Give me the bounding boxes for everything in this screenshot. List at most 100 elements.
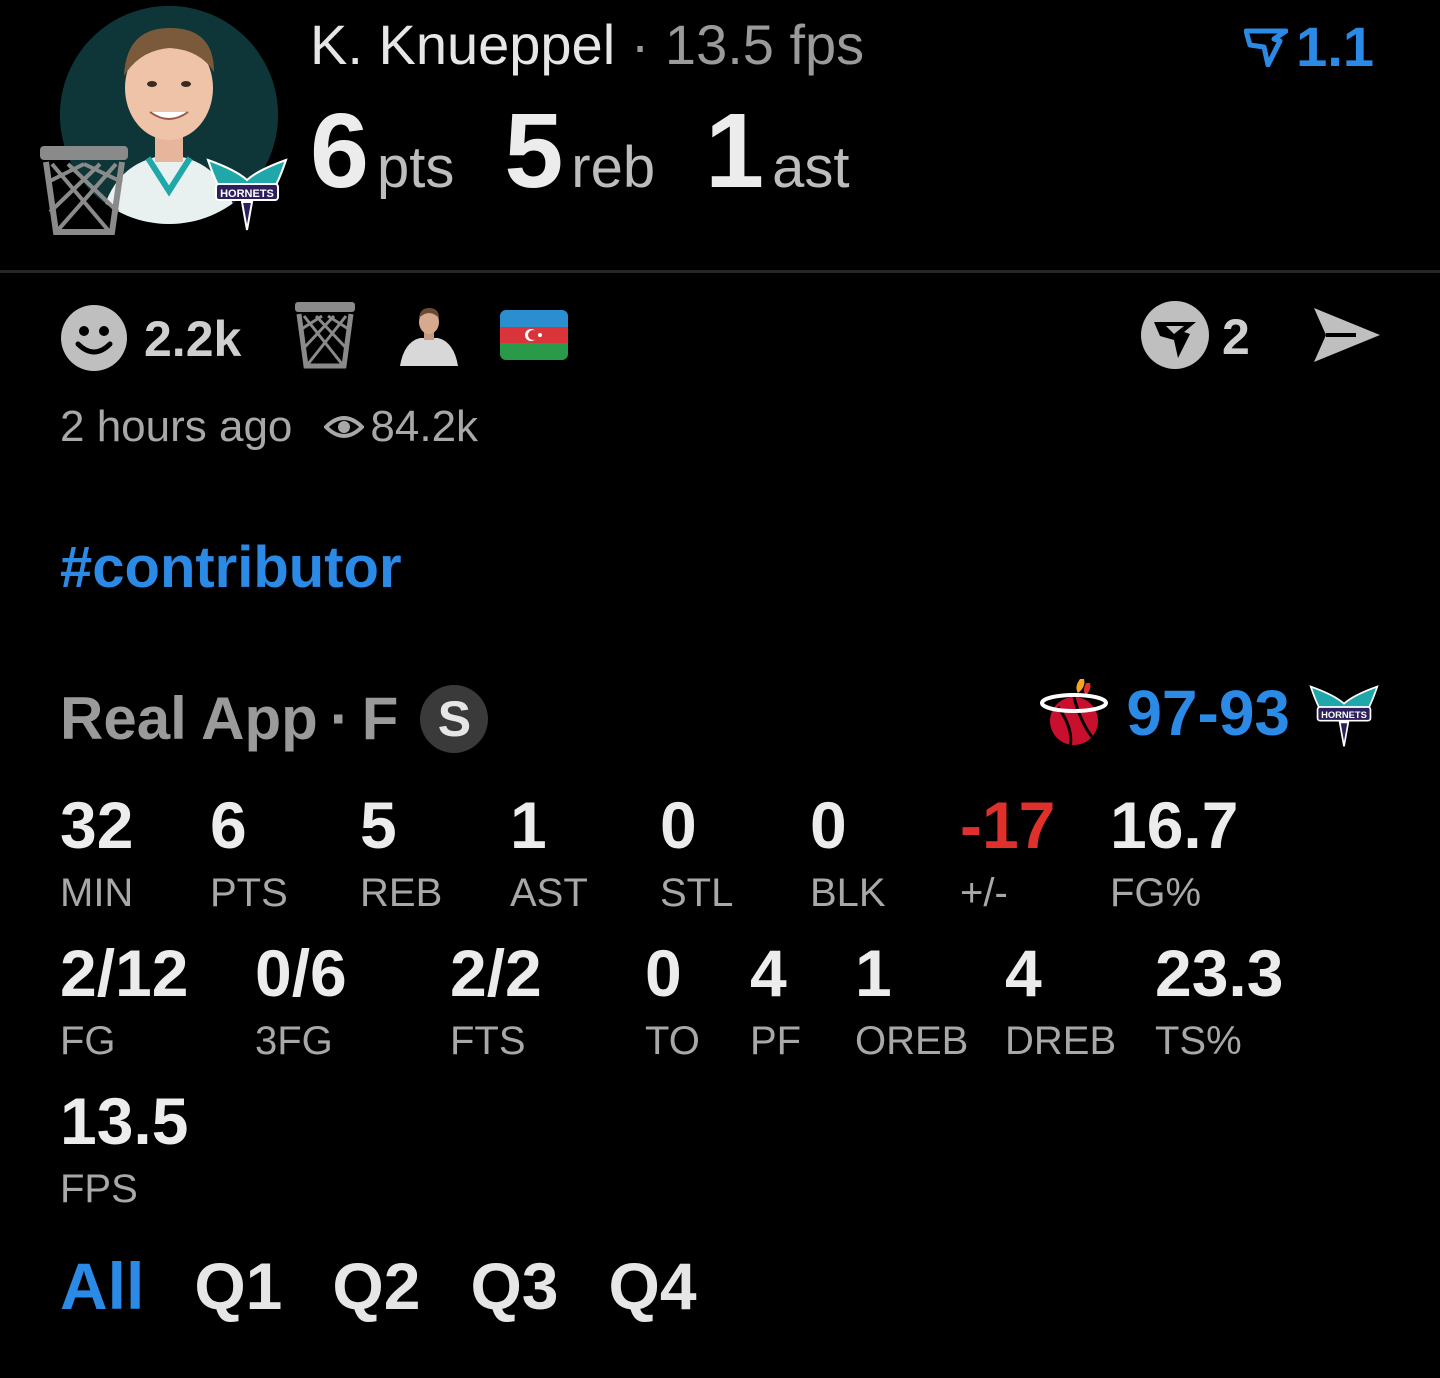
- stat-oreb: 1 OREB: [855, 938, 968, 1064]
- hashtag-link[interactable]: #contributor: [60, 534, 402, 601]
- player-name[interactable]: K. Knueppel: [310, 13, 615, 76]
- score-home: 97: [1126, 677, 1198, 749]
- stat-ast: 1 AST: [510, 790, 588, 916]
- stat-value: 4: [750, 936, 787, 1010]
- stat-value: 0/6: [255, 936, 347, 1010]
- hornets-score-logo: HORNETS: [1309, 685, 1379, 747]
- stat-value: 16.7: [1110, 788, 1239, 862]
- stat-label: OREB: [855, 1019, 969, 1063]
- stat-fts: 2/2 FTS: [450, 938, 542, 1064]
- stat-blk: 0 BLK: [810, 790, 886, 916]
- stat-value: 13.5: [60, 1084, 189, 1158]
- stat-reb: 5 REB: [360, 790, 442, 916]
- tab-q4[interactable]: Q4: [608, 1248, 696, 1324]
- stat-min: 32 MIN: [60, 790, 133, 916]
- stat-fg: 2/12 FG: [60, 938, 188, 1064]
- stat-label: AST: [510, 871, 588, 915]
- stat-value: 1: [855, 936, 892, 1010]
- boost-indicator[interactable]: 1.1: [1244, 14, 1374, 79]
- azerbaijan-flag-icon[interactable]: [500, 310, 568, 360]
- stat-value: 0: [645, 936, 682, 1010]
- stat-label: FG%: [1110, 871, 1202, 915]
- boost-arrow-icon: [1244, 28, 1289, 67]
- heat-logo: [1040, 679, 1109, 748]
- smile-icon[interactable]: [60, 304, 128, 377]
- title-separator: ·: [630, 13, 650, 76]
- send-icon[interactable]: [1310, 304, 1382, 371]
- stat-value: 0: [810, 788, 847, 862]
- stat-to: 0 TO: [645, 938, 700, 1064]
- hornets-logo-text: HORNETS: [220, 188, 274, 200]
- stat-3fg: 0/6 3FG: [255, 938, 347, 1064]
- score-dash: -: [1197, 677, 1219, 749]
- stat-label: TO: [645, 1019, 700, 1063]
- score-away: 93: [1218, 677, 1290, 749]
- stat-label: FTS: [450, 1019, 526, 1063]
- stat-label: TS%: [1155, 1019, 1242, 1063]
- stat-label: +/-: [960, 871, 1008, 915]
- headline-reb-unit: reb: [571, 135, 656, 200]
- likes-count[interactable]: 2.2k: [144, 310, 241, 368]
- headline-ast-unit: ast: [772, 135, 850, 200]
- stat-value: 23.3: [1155, 936, 1284, 1010]
- stat-value: 2/12: [60, 936, 189, 1010]
- stat-value: 32: [60, 788, 134, 862]
- stat-value: 6: [210, 788, 247, 862]
- eye-icon: [324, 416, 365, 438]
- stat-label: FPS: [60, 1167, 138, 1211]
- hoop-icon: [38, 142, 130, 243]
- boost-value: 1.1: [1296, 15, 1374, 78]
- tab-all[interactable]: All: [60, 1248, 144, 1324]
- stat-ts-pct: 23.3 TS%: [1155, 938, 1283, 1064]
- stat-label: REB: [360, 871, 443, 915]
- player-fps: 13.5 fps: [664, 13, 865, 76]
- stat-value: 5: [360, 788, 397, 862]
- post-meta: 2 hours ago 84.2k: [60, 402, 478, 452]
- stat-plus-minus: -17 +/-: [960, 790, 1055, 916]
- stat-value: 1: [510, 788, 547, 862]
- stat-fg-pct: 16.7 FG%: [1110, 790, 1238, 916]
- game-status: F: [361, 685, 399, 752]
- stat-label: MIN: [60, 871, 134, 915]
- game-source: Real App: [60, 685, 318, 752]
- game-info: Real App · F S: [60, 684, 489, 753]
- game-separator: ·: [329, 685, 350, 752]
- views: 84.2k: [324, 402, 478, 452]
- stat-dreb: 4 DREB: [1005, 938, 1116, 1064]
- player-thumbnail-icon[interactable]: [396, 306, 462, 366]
- stat-label: STL: [660, 871, 734, 915]
- headline-reb-value: 5: [504, 92, 564, 210]
- s-badge[interactable]: S: [420, 684, 489, 753]
- tab-q2[interactable]: Q2: [332, 1248, 420, 1324]
- v-badge-icon[interactable]: [1140, 300, 1210, 375]
- player-title[interactable]: K. Knueppel · 13.5 fps: [310, 12, 864, 78]
- stat-value: -17: [960, 788, 1056, 862]
- stat-stl: 0 STL: [660, 790, 733, 916]
- headline-stats: 6 pts 5 reb 1 ast: [310, 96, 899, 206]
- stat-label: PF: [750, 1019, 802, 1063]
- game-score[interactable]: 97-93 HORNETS: [1040, 676, 1380, 750]
- social-row: 2.2k 2: [60, 300, 1380, 372]
- stat-label: BLK: [810, 871, 886, 915]
- headline-pts-value: 6: [310, 92, 369, 210]
- views-count: 84.2k: [370, 402, 479, 451]
- stat-fps: 13.5 FPS: [60, 1086, 188, 1212]
- hoop-reaction-icon[interactable]: [294, 300, 356, 375]
- tab-q3[interactable]: Q3: [470, 1248, 558, 1324]
- stat-label: DREB: [1005, 1019, 1117, 1063]
- hornets-score-logo-text: HORNETS: [1321, 709, 1367, 720]
- stat-pf: 4 PF: [750, 938, 801, 1064]
- score-text: 97-93: [1126, 676, 1290, 750]
- tab-q1[interactable]: Q1: [194, 1248, 282, 1324]
- headline-pts-unit: pts: [376, 135, 455, 200]
- headline-ast-value: 1: [705, 92, 765, 210]
- stat-pts: 6 PTS: [210, 790, 288, 916]
- stat-label: PTS: [210, 871, 288, 915]
- v-count: 2: [1222, 309, 1250, 365]
- posted-time: 2 hours ago: [60, 402, 293, 451]
- quarter-tabs: All Q1 Q2 Q3 Q4: [60, 1248, 697, 1324]
- header-divider: [0, 270, 1440, 273]
- stat-label: FG: [60, 1019, 116, 1063]
- stat-value: 4: [1005, 936, 1042, 1010]
- hornets-logo: HORNETS: [206, 150, 288, 237]
